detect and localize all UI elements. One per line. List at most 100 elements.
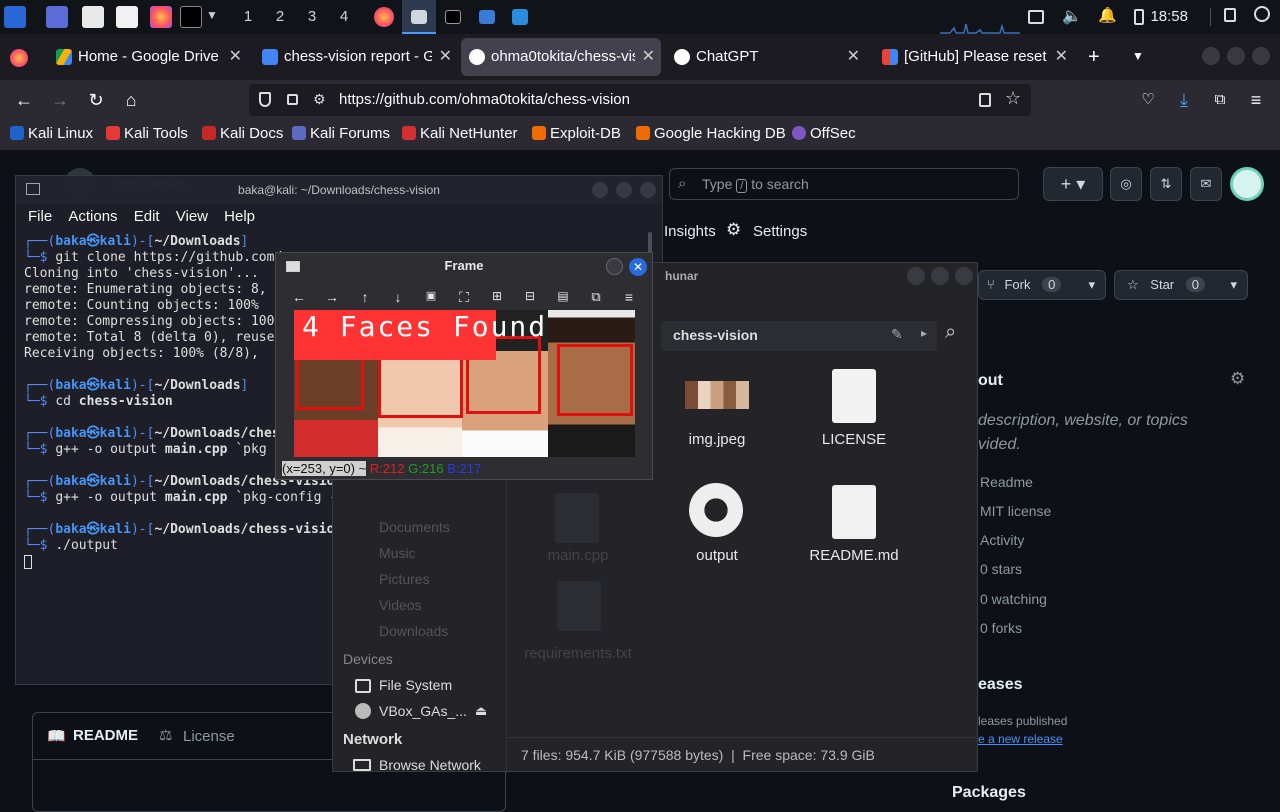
create-release-link[interactable]: e a new release [978, 732, 1063, 746]
back-button[interactable]: ← [12, 88, 36, 112]
power-icon[interactable] [1254, 6, 1270, 22]
tab-list-chevron-icon[interactable]: ▼ [1132, 49, 1144, 63]
fm-search-icon[interactable]: ⌕ [945, 321, 956, 344]
padlock-icon[interactable] [287, 94, 298, 105]
workspace-4[interactable]: 4 [328, 0, 360, 34]
about-settings-gear-icon[interactable]: ⚙ [1230, 369, 1245, 389]
terminal-close-button[interactable] [640, 182, 656, 198]
packages-title[interactable]: Packages [952, 784, 1026, 802]
sidebar-pictures[interactable]: Pictures [379, 571, 430, 587]
text-editor-icon[interactable] [116, 6, 138, 28]
close-icon[interactable]: ✕ [642, 38, 655, 76]
about-activity[interactable]: Activity [980, 532, 1024, 548]
pocket-icon[interactable]: ♡ [1136, 88, 1160, 112]
reader-view-icon[interactable] [979, 93, 991, 107]
fm-path-segment[interactable]: chess-vision [673, 327, 758, 343]
pan-down-icon[interactable]: ↓ [388, 289, 408, 305]
reload-button[interactable]: ↻ [84, 88, 108, 112]
path-next-arrow-icon[interactable]: ▸ [921, 326, 927, 340]
markdown-document-icon[interactable] [832, 485, 876, 539]
star-button[interactable]: ☆ Star 0 ▾ [1114, 270, 1248, 300]
avatar[interactable] [1230, 167, 1264, 201]
fork-button[interactable]: ⑂ Fork 0 ▾ [978, 270, 1106, 300]
file-readme-md[interactable]: README.md [789, 547, 919, 564]
taskbar-vscode-icon[interactable] [512, 9, 528, 25]
file-main-cpp-faded[interactable]: main.cpp [513, 547, 643, 564]
edit-path-pencil-icon[interactable]: ✎ [891, 326, 903, 343]
pull-requests-icon[interactable]: ⇅ [1150, 167, 1182, 201]
menu-help[interactable]: Help [224, 208, 255, 225]
bookmark-kali-nethunter[interactable]: Kali NetHunter [402, 120, 518, 148]
about-forks[interactable]: 0 forks [980, 620, 1022, 636]
tab-github-repo[interactable]: ohma0tokita/chess-vis ✕ [461, 38, 661, 76]
github-search-input[interactable]: ⌕ Type / to search [669, 168, 1019, 200]
clock[interactable]: 18:58 [1150, 0, 1188, 34]
url-text[interactable]: https://github.com/ohma0tokita/chess-vis… [339, 84, 630, 116]
display-icon[interactable] [1028, 10, 1044, 24]
file-output[interactable]: output [652, 547, 782, 564]
copy-icon[interactable]: ⧉ [586, 289, 606, 305]
bookmark-kali-linux[interactable]: Kali Linux [10, 120, 93, 148]
taskbar-window-icon[interactable] [411, 10, 427, 24]
menu-view[interactable]: View [176, 208, 208, 225]
permissions-icon[interactable]: ⚙ [313, 91, 326, 108]
fm-path-bar[interactable]: chess-vision ✎ ▸ [661, 321, 937, 351]
terminal-icon[interactable] [180, 6, 202, 28]
releases-title[interactable]: eases [978, 676, 1023, 694]
chevron-down-icon[interactable]: ▾ [1230, 271, 1237, 299]
terminal-maximize-button[interactable] [616, 182, 632, 198]
tab-insights[interactable]: Insights [664, 223, 716, 240]
frame-titlebar[interactable]: Frame ✕ [276, 253, 652, 279]
app-menu-icon[interactable]: ≡ [1244, 88, 1268, 112]
pan-left-icon[interactable]: ← [289, 289, 309, 305]
home-button[interactable]: ⌂ [119, 88, 143, 112]
close-icon[interactable]: ✕ [847, 38, 860, 76]
zoom-in-icon[interactable]: ⊞ [487, 289, 507, 303]
bookmark-kali-docs[interactable]: Kali Docs [202, 120, 283, 148]
file-requirements-faded[interactable]: requirements.txt [513, 645, 643, 662]
tab-gmail[interactable]: [GitHub] Please reset y ✕ [874, 38, 1074, 76]
bookmark-google-hacking-db[interactable]: Google Hacking DB [636, 120, 786, 148]
taskbar-folder-icon[interactable] [479, 10, 495, 24]
window-minimize-button[interactable] [1202, 47, 1220, 65]
bookmark-kali-forums[interactable]: Kali Forums [292, 120, 390, 148]
license-tab[interactable]: License [183, 728, 235, 745]
terminal-titlebar[interactable]: baka@kali: ~/Downloads/chess-vision [16, 176, 662, 204]
notification-bell-icon[interactable]: 🔔 [1098, 6, 1117, 24]
image-thumbnail-icon[interactable] [685, 381, 749, 409]
tab-chess-vision-report[interactable]: chess-vision report - G ✕ [254, 38, 458, 76]
sidebar-documents[interactable]: Documents [379, 519, 450, 535]
zoom-fit-icon[interactable]: ⛶ [454, 289, 474, 306]
workspace-3[interactable]: 3 [296, 0, 328, 34]
volume-icon[interactable]: 🔈 [1062, 6, 1082, 26]
frame-minimize-button[interactable] [606, 258, 623, 275]
zoom-1-to-1-icon[interactable]: ▣ [421, 289, 441, 302]
sidebar-browse-network[interactable]: Browse Network [379, 757, 481, 773]
about-stars[interactable]: 0 stars [980, 561, 1022, 577]
downloads-icon[interactable]: ⤓ [1172, 88, 1196, 112]
firefox-icon[interactable] [150, 6, 172, 28]
file-license[interactable]: LICENSE [789, 431, 919, 448]
frame-close-button[interactable]: ✕ [629, 258, 647, 276]
properties-menu-icon[interactable]: ≡ [619, 289, 639, 305]
extensions-icon[interactable]: ⧉ [1208, 88, 1232, 112]
lock-icon[interactable] [1224, 8, 1236, 22]
close-icon[interactable]: ✕ [439, 38, 452, 76]
txt-file-faded-icon[interactable] [557, 581, 601, 631]
bookmark-exploit-db[interactable]: Exploit-DB [532, 120, 621, 148]
workspace-1[interactable]: 1 [232, 0, 264, 34]
chevron-down-icon[interactable]: ▼ [206, 8, 218, 22]
close-icon[interactable]: ✕ [1055, 38, 1068, 76]
taskbar-firefox-icon[interactable] [374, 7, 394, 27]
bookmark-offsec[interactable]: OffSec [792, 120, 856, 148]
issues-icon[interactable]: ◎ [1110, 167, 1142, 201]
window-maximize-button[interactable] [1227, 47, 1245, 65]
menu-file[interactable]: File [28, 208, 52, 225]
create-new-button[interactable]: + ▾ [1043, 167, 1103, 201]
about-license[interactable]: MIT license [980, 503, 1051, 519]
workspace-2[interactable]: 2 [264, 0, 296, 34]
sidebar-music[interactable]: Music [379, 545, 416, 561]
kali-menu-icon[interactable] [4, 6, 26, 28]
battery-icon[interactable] [1134, 9, 1144, 25]
fm-maximize-button[interactable] [931, 267, 949, 285]
